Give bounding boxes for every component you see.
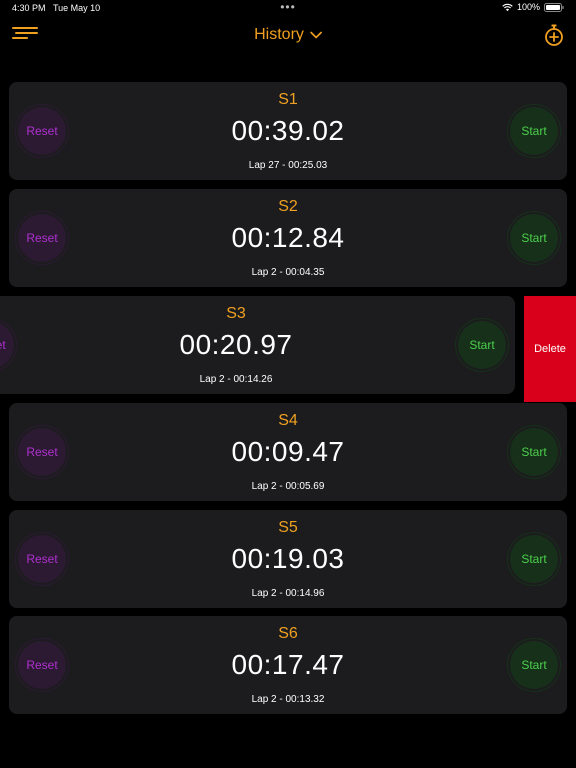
stopwatch-lap: Lap 2 - 00:14.96	[251, 588, 325, 599]
menu-icon[interactable]	[12, 25, 38, 41]
stopwatch-lap: Lap 27 - 00:25.03	[248, 160, 328, 171]
stopwatch-name: S4	[278, 412, 298, 429]
nav-title: History	[254, 26, 304, 43]
delete-button[interactable]: Delete	[524, 296, 576, 402]
nav-bar: History	[0, 16, 576, 48]
add-stopwatch-icon[interactable]	[544, 24, 564, 46]
stopwatch-time: 00:09.47	[231, 436, 345, 467]
status-bar: 4:30 PM Tue May 10 ••• 100%	[0, 0, 576, 16]
start-button[interactable]: Start	[510, 535, 558, 583]
status-date: Tue May 10	[53, 3, 101, 13]
stopwatch-row: Reset S5 00:19.03 Lap 2 - 00:14.96 Start	[0, 510, 576, 608]
history-dropdown[interactable]: History	[254, 26, 322, 44]
wifi-icon	[502, 3, 513, 11]
stopwatch-card[interactable]: Reset S1 00:39.02 Lap 27 - 00:25.03 Star…	[9, 82, 567, 180]
stopwatch-card[interactable]: Reset S6 00:17.47 Lap 2 - 00:13.32 Start	[9, 616, 567, 714]
stopwatch-lap: Lap 2 - 00:05.69	[251, 481, 325, 492]
stopwatch-lap: Lap 2 - 00:13.32	[251, 694, 325, 705]
stopwatch-name: S6	[278, 625, 298, 642]
start-button[interactable]: Start	[458, 321, 506, 369]
stopwatch-card[interactable]: Reset S5 00:19.03 Lap 2 - 00:14.96 Start	[9, 510, 567, 608]
start-button[interactable]: Start	[510, 641, 558, 689]
start-button[interactable]: Start	[510, 428, 558, 476]
stopwatch-row: Reset S2 00:12.84 Lap 2 - 00:04.35 Start	[0, 189, 576, 287]
stopwatch-row-swiped: Reset S3 00:20.97 Lap 2 - 00:14.26 Start…	[0, 296, 576, 402]
stopwatch-card[interactable]: Reset S3 00:20.97 Lap 2 - 00:14.26 Start	[0, 296, 515, 394]
stopwatch-lap: Lap 2 - 00:14.26	[199, 374, 273, 385]
stopwatch-time: 00:19.03	[231, 543, 345, 574]
multitasking-dots[interactable]: •••	[280, 0, 296, 14]
start-button[interactable]: Start	[510, 214, 558, 262]
stopwatch-name: S2	[278, 198, 298, 215]
battery-icon	[544, 2, 564, 12]
status-time: 4:30 PM	[12, 3, 46, 13]
start-button[interactable]: Start	[510, 107, 558, 155]
battery-percent: 100%	[516, 2, 540, 12]
stopwatch-name: S5	[278, 519, 298, 536]
stopwatch-time: 00:39.02	[231, 115, 345, 146]
stopwatch-lap: Lap 2 - 00:04.35	[251, 267, 325, 278]
status-right: 100%	[502, 2, 564, 12]
stopwatch-time: 00:20.97	[179, 329, 293, 360]
stopwatch-card[interactable]: Reset S2 00:12.84 Lap 2 - 00:04.35 Start	[9, 189, 567, 287]
stopwatch-time: 00:12.84	[231, 222, 345, 253]
stopwatch-row: Reset S1 00:39.02 Lap 27 - 00:25.03 Star…	[0, 82, 576, 180]
stopwatch-row: Reset S6 00:17.47 Lap 2 - 00:13.32 Start	[0, 616, 576, 714]
stopwatch-time: 00:17.47	[231, 649, 345, 680]
chevron-down-icon	[310, 31, 322, 39]
app-screen: 4:30 PM Tue May 10 ••• 100% History Rese…	[0, 0, 576, 768]
stopwatch-name: S3	[226, 305, 246, 322]
stopwatch-row: Reset S4 00:09.47 Lap 2 - 00:05.69 Start	[0, 403, 576, 501]
stopwatch-name: S1	[278, 91, 298, 108]
stopwatch-card[interactable]: Reset S4 00:09.47 Lap 2 - 00:05.69 Start	[9, 403, 567, 501]
